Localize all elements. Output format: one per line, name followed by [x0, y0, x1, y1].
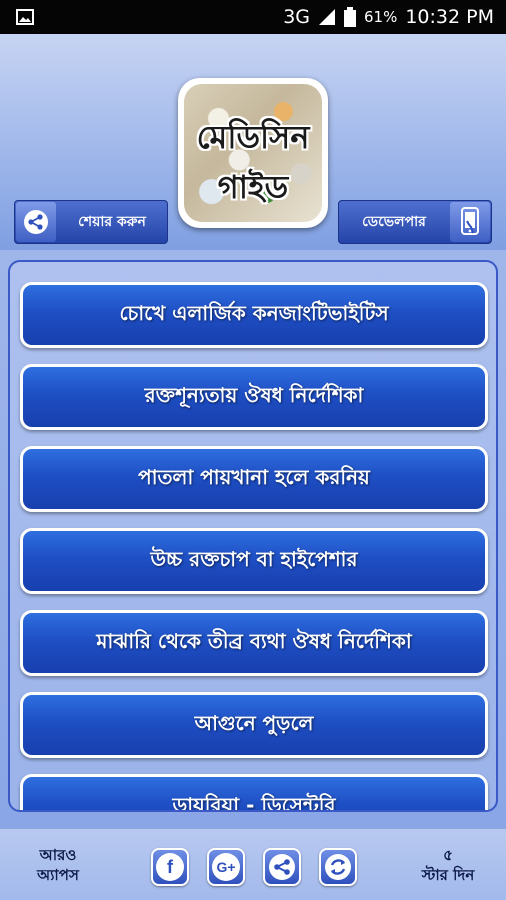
list-item[interactable]: ডায়রিয়া - ডিসেন্টরি [20, 774, 488, 812]
logo-title-line1: মেডিসিন [196, 118, 310, 156]
more-apps-button[interactable]: আরও অ্যাপস [20, 845, 96, 885]
list-item[interactable]: পাতলা পায়খানা হলে করনিয় [20, 446, 488, 512]
list-item[interactable]: মাঝারি থেকে তীব্র ব্যথা ঔষধ নির্দেশিকা [20, 610, 488, 676]
network-type: 3G [283, 6, 310, 28]
list-item[interactable]: চোখে এলার্জিক কনজাংটিভাইটিস [20, 282, 488, 348]
rate-line2: স্টার দিন [421, 866, 475, 884]
list-item-label: আগুনে পুড়লে [194, 710, 314, 735]
refresh-icon[interactable] [319, 848, 357, 886]
main-content: চোখে এলার্জিক কনজাংটিভাইটিস রক্তশূন্যতায… [0, 250, 506, 828]
list-item[interactable]: আগুনে পুড়লে [20, 692, 488, 758]
more-apps-line2: অ্যাপস [37, 866, 79, 884]
status-bar: 3G 61% 10:32 PM [0, 0, 506, 34]
list-item-label: পাতলা পায়খানা হলে করনিয় [138, 464, 370, 489]
google-plus-icon[interactable]: G+ [207, 848, 245, 886]
rate-line1: ৫ [443, 846, 453, 864]
bottom-bar: আরও অ্যাপস f G+ ৫ স্টার দিন [0, 828, 506, 900]
list-item-label: উচ্চ রক্তচাপ বা হাইপেশার [150, 546, 358, 571]
battery-icon [344, 7, 356, 27]
battery-percent: 61% [364, 8, 398, 26]
list-item[interactable]: রক্তশূন্যতায় ঔষধ নির্দেশিকা [20, 364, 488, 430]
signal-icon [319, 9, 335, 25]
logo-title-line2: গাইড [217, 168, 289, 206]
rate-five-star-button[interactable]: ৫ স্টার দিন [400, 845, 496, 885]
share-icon[interactable] [263, 848, 301, 886]
more-apps-line1: আরও [39, 846, 77, 864]
list-item-label: মাঝারি থেকে তীব্র ব্যথা ঔষধ নির্দেশিকা [96, 628, 412, 653]
app-header: মেডিসিন গাইড শেয়ার করুন ডেভেলপার [0, 34, 506, 250]
share-button[interactable]: শেয়ার করুন [14, 200, 168, 244]
phone-touch-icon [450, 202, 490, 242]
share-label: শেয়ার করুন [78, 214, 146, 230]
clock: 10:32 PM [405, 6, 494, 28]
topic-list-panel[interactable]: চোখে এলার্জিক কনজাংটিভাইটিস রক্তশূন্যতায… [8, 260, 498, 812]
share-icon [16, 202, 56, 242]
app-logo: মেডিসিন গাইড [178, 78, 328, 228]
gallery-notification-icon [16, 9, 34, 25]
facebook-icon[interactable]: f [151, 848, 189, 886]
list-item-label: চোখে এলার্জিক কনজাংটিভাইটিস [119, 300, 389, 325]
developer-label: ডেভেলপার [362, 214, 426, 230]
list-item-label: ডায়রিয়া - ডিসেন্টরি [172, 792, 336, 812]
developer-button[interactable]: ডেভেলপার [338, 200, 492, 244]
list-item-label: রক্তশূন্যতায় ঔষধ নির্দেশিকা [144, 382, 364, 407]
list-item[interactable]: উচ্চ রক্তচাপ বা হাইপেশার [20, 528, 488, 594]
